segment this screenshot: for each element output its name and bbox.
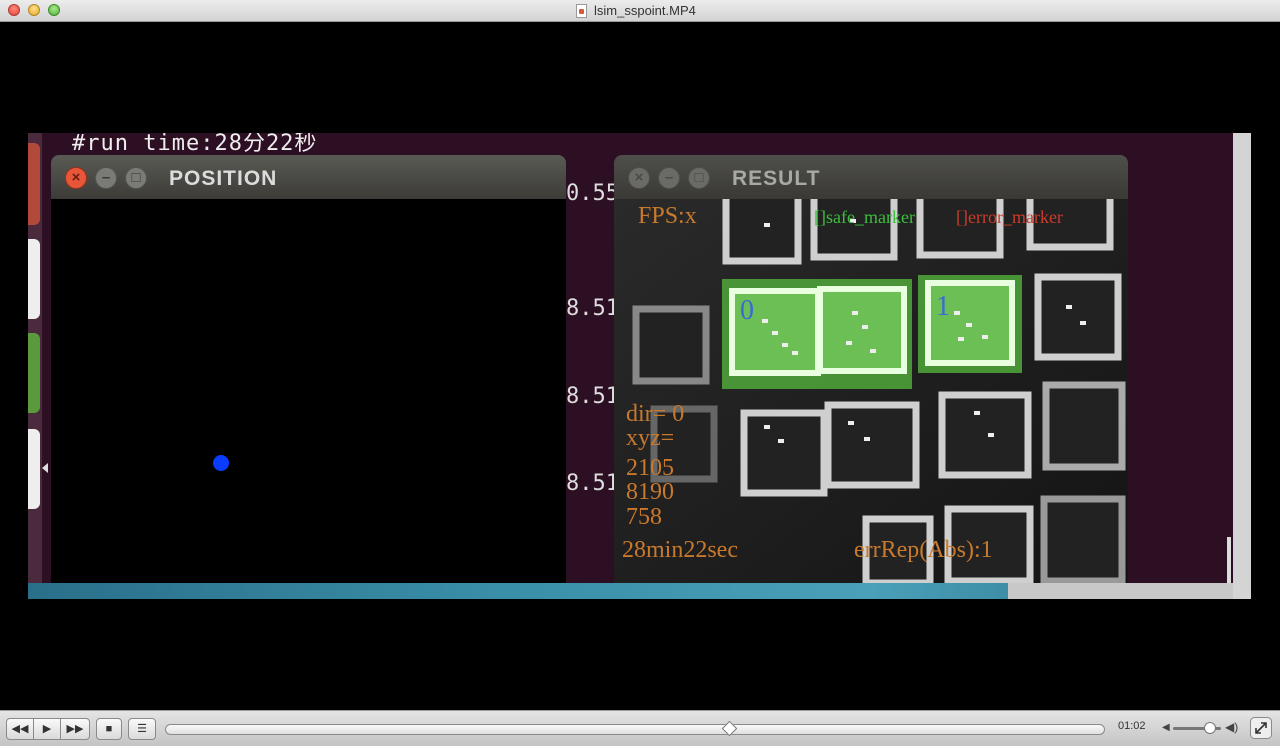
y-value: 8190 <box>626 479 674 505</box>
ubuntu-launcher <box>28 133 42 583</box>
result-close-icon[interactable]: × <box>628 167 650 189</box>
volume-low-icon[interactable]: ◀ <box>1162 722 1170 733</box>
marker-id-label: 0 <box>740 295 754 326</box>
result-title: RESULT <box>732 167 821 190</box>
safe-marker-legend: []safe_marker <box>814 207 915 227</box>
window-minimize-button[interactable] <box>28 4 40 16</box>
volume-high-icon[interactable]: ◀) <box>1225 720 1238 734</box>
position-title-bar: × – □ POSITION <box>51 155 566 199</box>
fps-readout: FPS:x <box>638 203 697 229</box>
error-marker-legend: []error_marker <box>956 207 1063 227</box>
position-window: × – □ POSITION <box>51 155 566 595</box>
terminal-scrollbar <box>1227 537 1231 583</box>
position-maximize-icon[interactable]: □ <box>125 167 147 189</box>
marker-id-label: 1 <box>936 291 950 322</box>
elapsed-time: 28min22sec <box>622 537 738 563</box>
position-title: POSITION <box>169 167 278 190</box>
marker-grid-image <box>614 199 1128 585</box>
result-window: × – □ RESULT FPS:x []safe_marker []error… <box>614 155 1128 595</box>
window-zoom-button[interactable] <box>48 4 60 16</box>
terminal-number: 0.55 <box>566 181 619 206</box>
fast-forward-button[interactable]: ▶▶ <box>60 718 90 740</box>
stop-button[interactable]: ■ <box>96 718 122 740</box>
xyz-label: xyz= <box>626 425 675 451</box>
x-value: 2105 <box>626 455 674 481</box>
position-minimize-icon[interactable]: – <box>95 167 117 189</box>
launcher-tile <box>28 333 40 413</box>
seek-bar[interactable] <box>165 724 1105 735</box>
fullscreen-icon[interactable] <box>1250 717 1272 739</box>
result-minimize-icon[interactable]: – <box>658 167 680 189</box>
terminal-number: 8.51 <box>566 384 619 409</box>
document-icon <box>576 4 587 18</box>
result-title-bar: × – □ RESULT <box>614 155 1128 199</box>
launcher-tile <box>28 239 40 319</box>
z-value: 758 <box>626 504 662 530</box>
video-frame[interactable]: #run time:28分22秒 0.55 8.51 8.51 8.51 × –… <box>28 133 1251 599</box>
window-title-bar: lsim_sspoint.MP4 <box>0 0 1280 22</box>
terminal-number: 8.51 <box>566 471 619 496</box>
volume-knob[interactable] <box>1204 722 1216 734</box>
launcher-tile <box>28 143 40 225</box>
dir-readout: dir= 0 <box>626 401 685 427</box>
result-maximize-icon[interactable]: □ <box>688 167 710 189</box>
desktop-bottom-strip-right <box>1008 583 1233 599</box>
window-title: lsim_sspoint.MP4 <box>594 3 696 18</box>
terminal-run-time: #run time:28分22秒 <box>72 133 318 156</box>
position-canvas <box>51 199 566 585</box>
video-right-edge <box>1233 133 1251 599</box>
window-close-button[interactable] <box>8 4 20 16</box>
position-dot <box>213 455 229 471</box>
launcher-arrow-icon <box>42 463 48 473</box>
play-button[interactable]: ▶ <box>33 718 61 740</box>
terminal-number: 8.51 <box>566 296 619 321</box>
current-time: 01:02 <box>1118 720 1146 732</box>
launcher-tile <box>28 429 40 509</box>
chapters-button[interactable]: ☰ <box>128 718 156 740</box>
rewind-button[interactable]: ◀◀ <box>6 718 34 740</box>
playback-controller: ◀◀ ▶ ▶▶ ■ ☰ <box>0 710 1280 746</box>
camera-view: FPS:x []safe_marker []error_marker 0 1 d… <box>614 199 1128 585</box>
position-close-icon[interactable]: × <box>65 167 87 189</box>
error-reprojection: errRep(Abs):1 <box>854 537 993 563</box>
